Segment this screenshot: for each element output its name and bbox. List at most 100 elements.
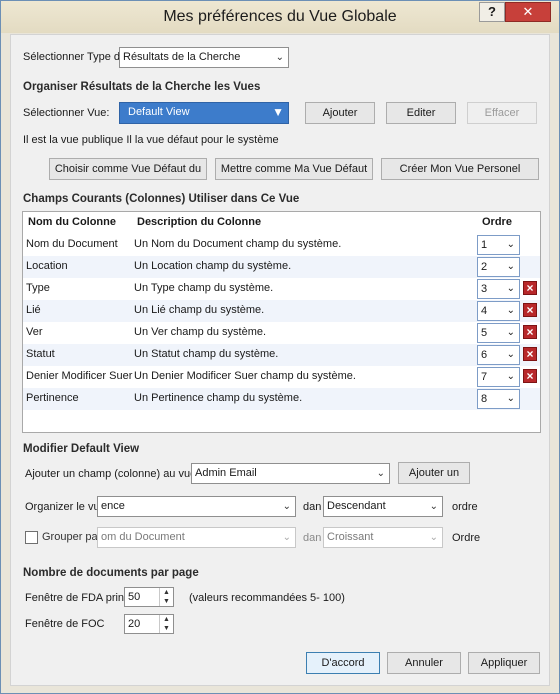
chevron-down-icon: ⌄ <box>506 239 515 250</box>
add-field-dropdown[interactable]: Admin Email ⌄ <box>191 463 390 484</box>
set-my-default-view-button[interactable]: Mettre comme Ma Vue Défaut <box>215 158 373 180</box>
add-field-button[interactable]: Ajouter un <box>398 462 470 484</box>
column-desc-header: Description du Colonne <box>137 216 262 228</box>
spinner-arrows-icon[interactable]: ▲ ▼ <box>159 615 173 633</box>
chevron-down-icon: ⌄ <box>429 532 438 543</box>
add-field-value: Admin Email <box>195 467 257 479</box>
order-value: 7 <box>481 371 488 383</box>
table-row[interactable]: Type Un Type champ du système. 3 ⌄ × <box>23 278 540 300</box>
order-value: 2 <box>481 261 488 273</box>
table-row[interactable]: Location Un Location champ du système. 2 ⌄ <box>23 256 540 278</box>
columns-heading: Champs Courants (Colonnes) Utiliser dans… <box>23 193 300 205</box>
table-row[interactable]: Denier Modificer Suer Un Denier Modificer… <box>23 366 540 388</box>
fda-hint: (valeurs recommandées 5- 100) <box>189 592 345 604</box>
column-desc-cell: Un Type champ du système. <box>134 282 274 294</box>
foc-value: 20 <box>128 618 141 630</box>
order-value: 6 <box>481 349 488 361</box>
view-info-text: Il est la vue publique Il la vue défaut … <box>23 134 279 146</box>
close-button[interactable]: ✕ <box>505 2 551 22</box>
organize-heading: Organiser Résultats de la Cherche les Vu… <box>23 81 261 93</box>
column-name-cell: Ver <box>26 326 43 338</box>
delete-x-icon[interactable]: × <box>523 325 537 339</box>
chevron-down-icon: ⌄ <box>376 468 385 479</box>
group-by-checkbox[interactable] <box>25 531 38 544</box>
sort-direction-value: Descendant <box>327 500 386 512</box>
order-dropdown[interactable]: 8 ⌄ <box>477 389 520 409</box>
dan-label-1: dan <box>303 501 322 513</box>
group-by-dropdown[interactable]: om du Document ⌄ <box>97 527 296 548</box>
add-field-label: Ajouter un champ (colonne) au vue <box>25 468 197 480</box>
chevron-down-icon: ⌄ <box>506 261 515 272</box>
column-name-cell: Nom du Document <box>26 238 118 250</box>
delete-x-icon[interactable]: × <box>523 281 537 295</box>
column-name-header: Nom du Colonne <box>28 216 116 228</box>
fda-label: Fenêtre de FDA prin <box>25 592 125 604</box>
cancel-button[interactable]: Annuler <box>387 652 461 674</box>
table-row[interactable]: Pertinence Un Pertinence champ du système… <box>23 388 540 410</box>
select-view-dropdown[interactable]: Default View ▼ <box>119 102 289 124</box>
chevron-down-icon: ⌄ <box>506 327 515 338</box>
column-name-cell: Lié <box>26 304 41 316</box>
table-row[interactable]: Statut Un Statut champ du système. 6 ⌄ × <box>23 344 540 366</box>
select-view-value: Default View <box>128 106 190 118</box>
delete-x-icon[interactable]: × <box>523 369 537 383</box>
dialog-body: Sélectionner Type d Résultats de la Cher… <box>10 34 550 686</box>
apply-button[interactable]: Appliquer <box>468 652 540 674</box>
column-desc-cell: Un Denier Modificer Suer champ du systèm… <box>134 370 356 382</box>
order-dropdown[interactable]: 4 ⌄ <box>477 301 520 321</box>
erase-view-button[interactable]: Effacer <box>467 102 537 124</box>
chevron-down-icon: ⌄ <box>282 532 291 543</box>
sort-direction-dropdown[interactable]: Descendant ⌄ <box>323 496 443 517</box>
column-desc-cell: Un Location champ du système. <box>134 260 292 272</box>
order-value: 1 <box>481 239 488 251</box>
chevron-down-icon: ⌄ <box>506 393 515 404</box>
dan-label-2: dan <box>303 532 322 544</box>
column-desc-cell: Un Ver champ du système. <box>134 326 267 338</box>
select-type-dropdown[interactable]: Résultats de la Cherche ⌄ <box>119 47 289 68</box>
help-button[interactable]: ? <box>479 2 505 22</box>
choose-default-view-button[interactable]: Choisir comme Vue Défaut du <box>49 158 207 180</box>
add-view-button[interactable]: Ajouter <box>305 102 375 124</box>
column-desc-cell: Un Pertinence champ du système. <box>134 392 303 404</box>
column-desc-cell: Un Lié champ du système. <box>134 304 265 316</box>
order-value: 5 <box>481 327 488 339</box>
order-dropdown[interactable]: 6 ⌄ <box>477 345 520 365</box>
chevron-down-icon: ⌄ <box>429 501 438 512</box>
order-value: 3 <box>481 283 488 295</box>
chevron-down-icon: ⌄ <box>506 349 515 360</box>
order-value: 4 <box>481 305 488 317</box>
chevron-down-icon: ⌄ <box>506 305 515 316</box>
foc-label: Fenêtre de FOC <box>25 618 105 630</box>
table-row[interactable]: Ver Un Ver champ du système. 5 ⌄ × <box>23 322 540 344</box>
dialog-title: Mes préférences du Vue Globale <box>163 8 397 25</box>
chevron-down-icon: ⌄ <box>506 283 515 294</box>
order-dropdown[interactable]: 2 ⌄ <box>477 257 520 277</box>
title-bar[interactable]: Mes préférences du Vue Globale ? ✕ <box>1 1 559 33</box>
column-name-cell: Type <box>26 282 50 294</box>
create-personal-view-button[interactable]: Créer Mon Vue Personel <box>381 158 539 180</box>
column-name-cell: Denier Modificer Suer <box>26 370 133 382</box>
order-dropdown[interactable]: 5 ⌄ <box>477 323 520 343</box>
delete-x-icon[interactable]: × <box>523 347 537 361</box>
order-dropdown[interactable]: 3 ⌄ <box>477 279 520 299</box>
chevron-down-icon: ⌄ <box>506 371 515 382</box>
select-type-label: Sélectionner Type d <box>23 51 121 63</box>
delete-x-icon[interactable]: × <box>523 303 537 317</box>
ordre-label-2: Ordre <box>452 532 481 544</box>
spinner-arrows-icon[interactable]: ▲ ▼ <box>159 588 173 606</box>
modify-heading: Modifier Default View <box>23 443 140 455</box>
foc-spinner[interactable]: 20 ▲ ▼ <box>124 614 174 634</box>
column-name-cell: Location <box>26 260 68 272</box>
table-row[interactable]: Lié Un Lié champ du système. 4 ⌄ × <box>23 300 540 322</box>
fda-value: 50 <box>128 591 141 603</box>
fda-spinner[interactable]: 50 ▲ ▼ <box>124 587 174 607</box>
organize-by-dropdown[interactable]: ence ⌄ <box>97 496 296 517</box>
table-row[interactable]: Nom du Document Un Nom du Document champ … <box>23 234 540 256</box>
order-dropdown[interactable]: 7 ⌄ <box>477 367 520 387</box>
order-dropdown[interactable]: 1 ⌄ <box>477 235 520 255</box>
group-sort-dropdown[interactable]: Croissant ⌄ <box>323 527 443 548</box>
ok-button[interactable]: D'accord <box>306 652 380 674</box>
edit-view-button[interactable]: Editer <box>386 102 456 124</box>
organize-by-value: ence <box>101 500 125 512</box>
group-by-value: om du Document <box>101 531 185 543</box>
